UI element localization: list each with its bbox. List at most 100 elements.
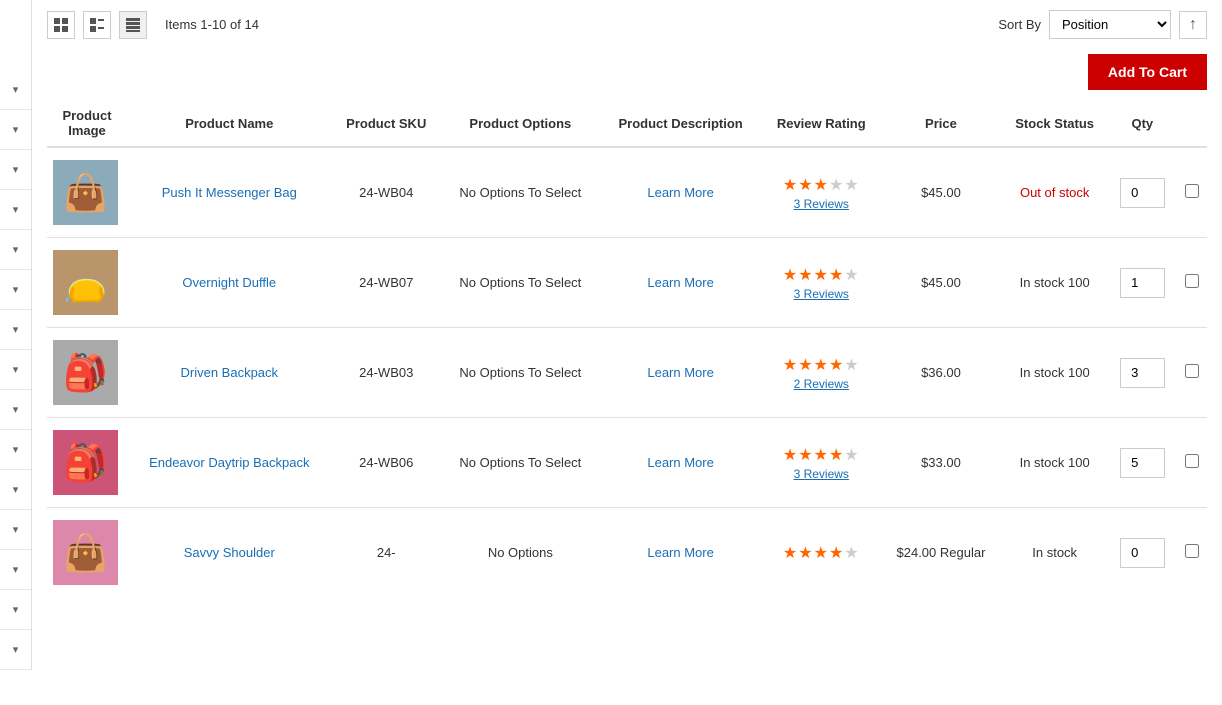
sidebar-item-12[interactable]: ▾ [0,510,31,550]
product-qty-cell [1108,508,1176,598]
star-filled: ★★★ [783,177,829,194]
product-description-cell: Learn More [600,328,762,418]
product-rating-cell: ★★★★★ [761,508,881,598]
product-price-cell: $45.00 [881,238,1001,328]
stock-status: In stock 100 [1020,455,1090,470]
reviews-link[interactable]: 3 Reviews [767,287,875,301]
sort-select[interactable]: Position Product Name Price [1049,10,1171,39]
learn-more-link[interactable]: Learn More [647,275,713,290]
sidebar-item-13[interactable]: ▾ [0,550,31,590]
qty-input[interactable] [1120,178,1165,208]
sidebar-item-14[interactable]: ▾ [0,590,31,630]
table-row: 👜 Savvy Shoulder 24- No Options Learn Mo… [47,508,1207,598]
table-row: 👜 Push It Messenger Bag 24-WB04 No Optio… [47,147,1207,238]
sidebar-item-5[interactable]: ▾ [0,230,31,270]
learn-more-link[interactable]: Learn More [647,185,713,200]
row-checkbox[interactable] [1185,364,1199,378]
reviews-link[interactable]: 3 Reviews [767,467,875,481]
qty-input[interactable] [1120,358,1165,388]
product-name-cell: Endeavor Daytrip Backpack [127,418,332,508]
product-select-cell [1176,238,1207,328]
col-header-image: Product Image [47,100,127,147]
product-description-cell: Learn More [600,508,762,598]
sidebar-item-4[interactable]: ▾ [0,190,31,230]
product-price-cell: $33.00 [881,418,1001,508]
sidebar-item-10[interactable]: ▾ [0,430,31,470]
star-filled: ★★★★ [783,447,844,464]
product-options-cell: No Options To Select [441,328,600,418]
product-sku-cell: 24-WB06 [332,418,441,508]
product-stock-cell: In stock 100 [1001,238,1109,328]
sidebar-item-7[interactable]: ▾ [0,310,31,350]
price-value: $36.00 [921,365,961,380]
add-to-cart-row: Add To Cart [47,54,1207,90]
stock-status: In stock [1032,545,1077,560]
sort-by-label: Sort By [998,17,1041,32]
star-empty: ★★ [829,177,860,194]
sidebar-item-15[interactable]: ▾ [0,630,31,670]
sidebar-item-11[interactable]: ▾ [0,470,31,510]
view-table-button[interactable] [119,11,147,39]
stock-status: In stock 100 [1020,275,1090,290]
product-select-cell [1176,508,1207,598]
product-name-cell: Overnight Duffle [127,238,332,328]
learn-more-link[interactable]: Learn More [647,365,713,380]
col-header-sku: Product SKU [332,100,441,147]
sidebar-item-1[interactable]: ▾ [0,70,31,110]
col-header-description: Product Description [600,100,762,147]
product-rating-cell: ★★★★★ 3 Reviews [761,238,881,328]
row-checkbox[interactable] [1185,454,1199,468]
sort-direction-button[interactable]: ↑ [1179,11,1207,39]
product-description-cell: Learn More [600,238,762,328]
star-empty: ★ [844,545,859,562]
qty-input[interactable] [1120,268,1165,298]
product-rating-cell: ★★★★★ 3 Reviews [761,147,881,238]
view-grid-button[interactable] [47,11,75,39]
qty-input[interactable] [1120,538,1165,568]
row-checkbox[interactable] [1185,184,1199,198]
row-checkbox[interactable] [1185,544,1199,558]
product-qty-cell [1108,328,1176,418]
sidebar-item-6[interactable]: ▾ [0,270,31,310]
reviews-link[interactable]: 3 Reviews [767,197,875,211]
product-name-link[interactable]: Savvy Shoulder [133,545,326,560]
sidebar-item-3[interactable]: ▾ [0,150,31,190]
add-to-cart-button[interactable]: Add To Cart [1088,54,1207,90]
product-price-cell: $36.00 [881,328,1001,418]
table-row: 🎒 Driven Backpack 24-WB03 No Options To … [47,328,1207,418]
star-empty: ★ [844,357,859,374]
learn-more-link[interactable]: Learn More [647,455,713,470]
product-select-cell [1176,147,1207,238]
bag-icon: 👜 [63,532,108,574]
learn-more-link[interactable]: Learn More [647,545,713,560]
price-value: $45.00 [921,185,961,200]
product-qty-cell [1108,418,1176,508]
product-name-link[interactable]: Overnight Duffle [133,275,326,290]
product-rating-cell: ★★★★★ 2 Reviews [761,328,881,418]
view-list-button[interactable] [83,11,111,39]
sidebar-item-2[interactable]: ▾ [0,110,31,150]
row-checkbox[interactable] [1185,274,1199,288]
product-stock-cell: In stock [1001,508,1109,598]
product-name-link[interactable]: Driven Backpack [133,365,326,380]
product-select-cell [1176,418,1207,508]
product-name-link[interactable]: Push It Messenger Bag [133,185,326,200]
product-image-cell: 👜 [47,508,127,598]
product-image: 👜 [53,520,118,585]
product-stock-cell: In stock 100 [1001,418,1109,508]
reviews-link[interactable]: 2 Reviews [767,377,875,391]
product-name-cell: Driven Backpack [127,328,332,418]
star-empty: ★ [844,447,859,464]
qty-input[interactable] [1120,448,1165,478]
sidebar: ▾ ▾ ▾ ▾ ▾ ▾ ▾ ▾ ▾ ▾ ▾ ▾ ▾ ▾ ▾ [0,0,32,670]
product-table: Product Image Product Name Product SKU P… [47,100,1207,597]
product-description-cell: Learn More [600,147,762,238]
product-name-cell: Push It Messenger Bag [127,147,332,238]
col-header-select [1176,100,1207,147]
product-price-cell: $45.00 [881,147,1001,238]
sidebar-item-9[interactable]: ▾ [0,390,31,430]
main-content: Items 1-10 of 14 Sort By Position Produc… [32,0,1222,670]
sidebar-item-8[interactable]: ▾ [0,350,31,390]
product-image: 🎒 [53,340,118,405]
product-name-link[interactable]: Endeavor Daytrip Backpack [133,455,326,470]
